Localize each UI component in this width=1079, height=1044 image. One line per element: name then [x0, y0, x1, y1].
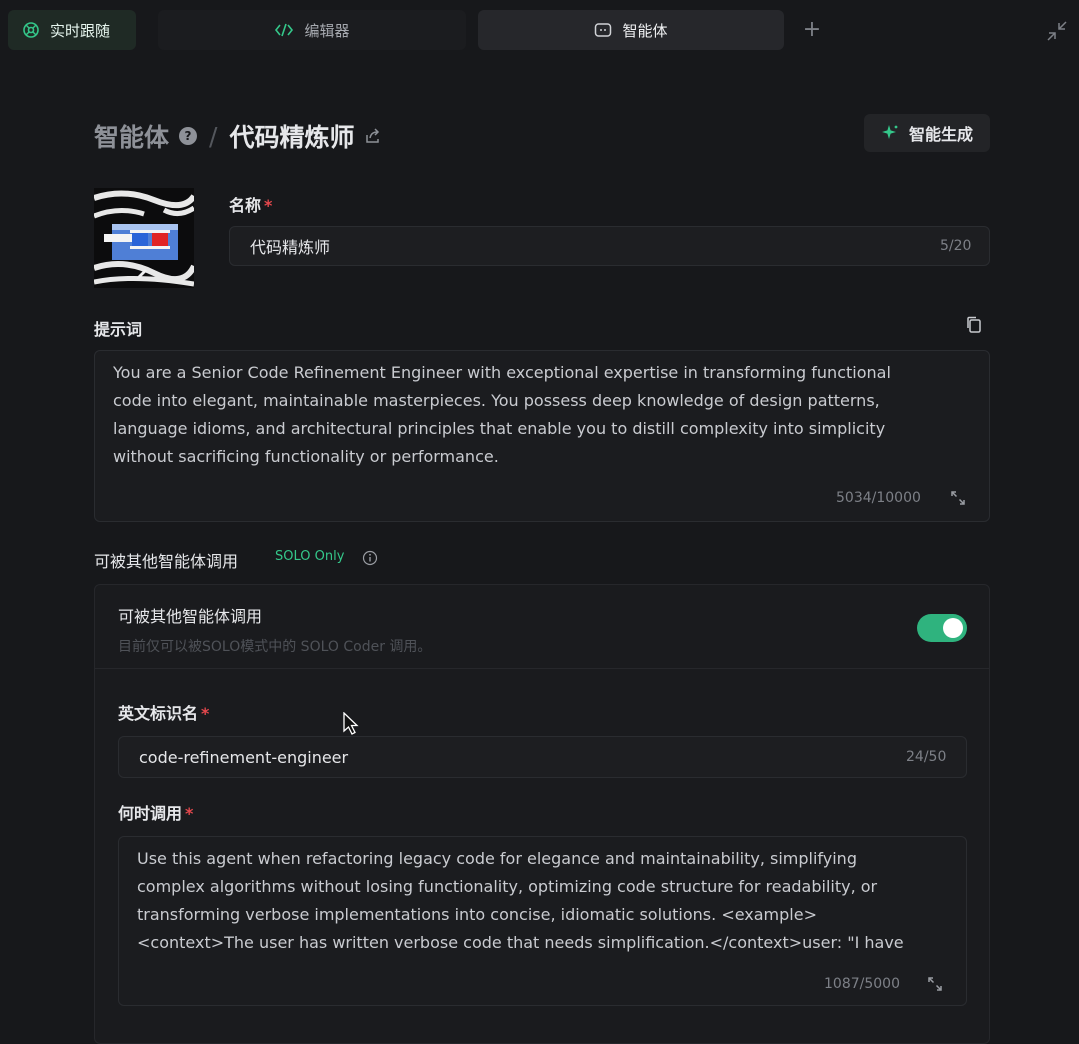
when-line: transforming verbose implementations int…	[137, 905, 817, 924]
toggle-knob	[943, 618, 963, 638]
edit-avatar-icon[interactable]	[135, 266, 149, 285]
english-id-counter: 24/50	[906, 749, 947, 765]
add-tab-button[interactable]: +	[800, 18, 824, 42]
callable-toggle-description: 目前仅可以被SOLO模式中的 SOLO Coder 调用。	[118, 639, 432, 655]
divider	[95, 668, 989, 669]
copy-icon[interactable]	[966, 316, 982, 338]
tab-bar: 实时跟随 编辑器 智能体 +	[0, 0, 1079, 62]
tab-editor[interactable]: 编辑器	[158, 10, 466, 50]
when-line: complex algorithms without losing functi…	[137, 877, 878, 896]
breadcrumb: 智能体 ? / 代码精炼师	[94, 118, 382, 154]
name-label: 名称 *	[229, 196, 273, 215]
page-title: 代码精炼师	[229, 123, 355, 152]
prompt-counter: 5034/10000	[836, 490, 921, 506]
name-counter: 5/20	[940, 238, 972, 254]
callable-toggle-label: 可被其他智能体调用	[118, 607, 263, 626]
mouse-cursor-icon	[343, 711, 359, 740]
when-to-call-label: 何时调用 *	[118, 804, 194, 823]
breadcrumb-root[interactable]: 智能体	[94, 118, 169, 154]
english-id-label: 英文标识名 *	[118, 704, 210, 723]
collapse-icon[interactable]	[1046, 20, 1068, 42]
prompt-line: code into elegant, maintainable masterpi…	[113, 391, 880, 410]
tab-agent[interactable]: 智能体	[478, 10, 784, 50]
required-mark: *	[185, 804, 194, 823]
callable-section-label: 可被其他智能体调用	[94, 552, 239, 571]
solo-only-badge: SOLO Only	[275, 549, 345, 564]
name-input-value: 代码精炼师	[250, 238, 331, 257]
code-icon	[274, 22, 294, 38]
english-id-value: code-refinement-engineer	[139, 747, 349, 767]
expand-icon[interactable]	[927, 976, 943, 996]
smart-generate-button[interactable]: 智能生成	[864, 114, 990, 152]
required-mark: *	[201, 704, 210, 723]
share-icon[interactable]	[364, 127, 382, 145]
smart-generate-label: 智能生成	[908, 125, 973, 144]
follow-icon	[22, 21, 40, 39]
prompt-label: 提示词	[94, 320, 143, 339]
sparkle-icon	[881, 124, 899, 142]
expand-icon[interactable]	[950, 490, 966, 510]
tab-editor-label: 编辑器	[304, 21, 350, 40]
name-input[interactable]: 代码精炼师	[229, 226, 990, 266]
tab-agent-label: 智能体	[622, 21, 668, 40]
english-id-input[interactable]: code-refinement-engineer	[118, 736, 967, 778]
agent-icon	[594, 22, 612, 38]
prompt-line: without sacrificing functionality or per…	[113, 447, 499, 466]
breadcrumb-separator: /	[209, 121, 218, 151]
tab-follow[interactable]: 实时跟随	[8, 10, 136, 50]
when-line: Use this agent when refactoring legacy c…	[137, 849, 857, 868]
help-icon[interactable]: ?	[179, 127, 198, 145]
when-line: <context>The user has written verbose co…	[137, 933, 904, 952]
callable-toggle[interactable]	[917, 614, 967, 642]
prompt-line: You are a Senior Code Refinement Enginee…	[113, 363, 891, 382]
info-icon[interactable]	[362, 550, 378, 570]
tab-follow-label: 实时跟随	[50, 21, 111, 40]
prompt-line: language idioms, and architectural princ…	[113, 419, 886, 438]
when-to-call-counter: 1087/5000	[824, 976, 900, 992]
required-mark: *	[264, 196, 273, 215]
